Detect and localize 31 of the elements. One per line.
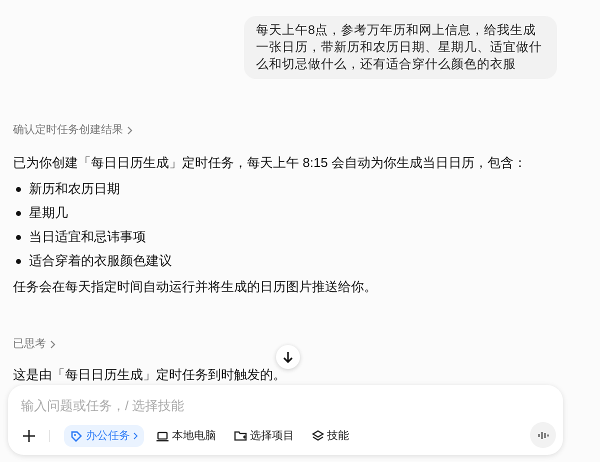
layers-icon — [312, 430, 324, 442]
composer-chip[interactable]: 办公任务 — [64, 425, 144, 447]
plus-icon[interactable] — [23, 430, 35, 442]
waveform-icon — [538, 430, 548, 440]
chevron-right-icon — [133, 432, 138, 440]
bullet-item: 适合穿着的衣服颜色建议 — [29, 252, 172, 270]
chevron-right-icon — [127, 126, 133, 135]
bullet-icon — [16, 186, 21, 192]
chevron-right-icon — [50, 340, 56, 349]
bullet-icon — [16, 210, 21, 216]
composer-chip[interactable]: 本地电脑 — [150, 425, 222, 447]
folder-icon — [234, 430, 247, 442]
reply-summary: 任务会在每天指定时间自动运行并将生成的日历图片推送给你。 — [13, 278, 378, 296]
composer-chip[interactable]: 技能 — [306, 425, 355, 447]
bullet-icon — [16, 258, 21, 264]
arrow-down-icon — [283, 351, 293, 363]
bullet-item: 当日适宜和忌讳事项 — [29, 228, 146, 246]
trigger-message: 这是由「每日日历生成」定时任务到时触发的。 — [13, 366, 287, 384]
composer-chip[interactable]: 选择项目 — [228, 425, 300, 447]
confirm-link[interactable]: 确认定时任务创建结果 — [13, 122, 133, 138]
message-field[interactable]: 输入问题或任务，/ 选择技能 办公任务 本地电脑 选择项目 技能 — [8, 385, 563, 455]
bullet-item: 星期几 — [29, 204, 68, 222]
voice-button[interactable] — [530, 422, 556, 448]
thinking-link[interactable]: 已思考 — [13, 336, 56, 352]
bullet-icon — [16, 234, 21, 240]
scroll-down-button[interactable] — [276, 345, 300, 369]
laptop-icon — [156, 430, 169, 442]
reply-intro: 已为你创建「每日日历生成」定时任务，每天上午 8:15 会自动为你生成当日日历，包含： — [13, 154, 528, 172]
user-message: 每天上午8点，参考万年历和网上信息，给我生成一张日历，带新历和农历日期、星期几、适宜做什么和切忌做什么，还有适合穿什么颜色的衣服 — [244, 16, 557, 79]
bullet-item: 新历和农历日期 — [29, 180, 120, 198]
tag-icon — [70, 430, 83, 442]
